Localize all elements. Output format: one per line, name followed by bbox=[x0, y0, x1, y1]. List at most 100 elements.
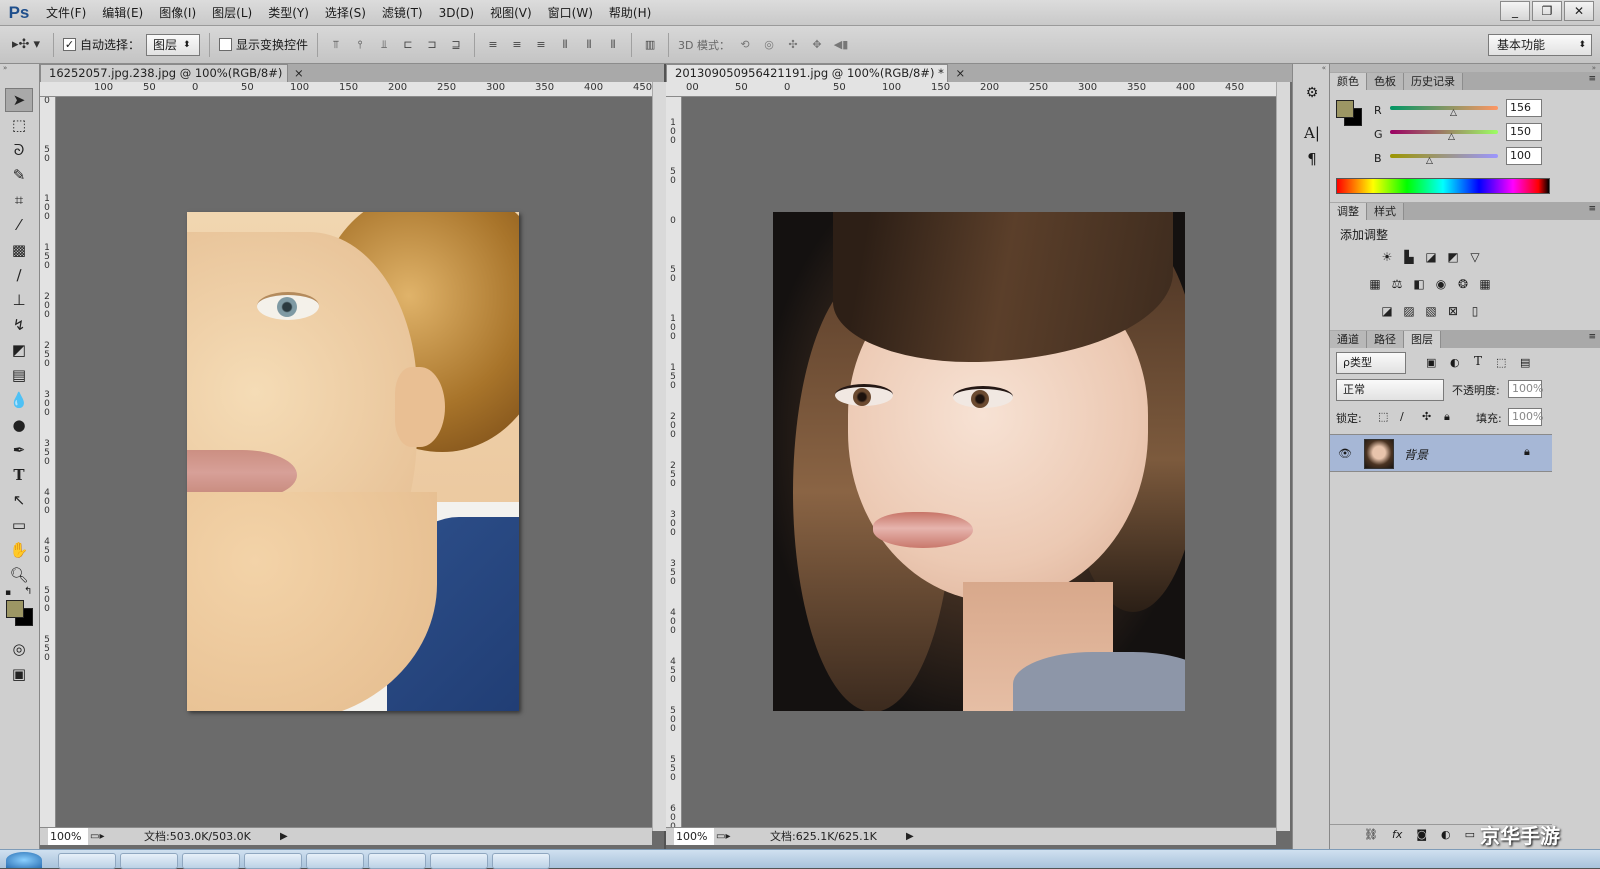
b-slider-handle-icon[interactable]: △ bbox=[1426, 156, 1433, 166]
align-vcenter-icon[interactable]: ⫯ bbox=[351, 38, 369, 52]
align-hcenter-icon[interactable]: ⊐ bbox=[423, 38, 441, 52]
zoom-tool-icon[interactable]: 🔍︎ bbox=[5, 563, 33, 587]
status-menu-arrow-icon[interactable]: ▶ bbox=[280, 828, 288, 845]
distribute-bottom-icon[interactable]: ≡ bbox=[532, 38, 550, 52]
menu-image[interactable]: 图像(I) bbox=[151, 0, 204, 26]
visibility-eye-icon[interactable]: 👁︎ bbox=[1338, 447, 1352, 460]
dodge-tool-icon[interactable]: ● bbox=[5, 413, 33, 437]
color-lookup-icon[interactable]: ▦ bbox=[1476, 275, 1494, 293]
opacity-input[interactable]: 100% bbox=[1508, 380, 1543, 398]
menu-filter[interactable]: 滤镜(T) bbox=[374, 0, 431, 26]
minimize-button[interactable]: _ bbox=[1500, 1, 1530, 21]
foreground-color-swatch[interactable] bbox=[6, 600, 24, 618]
filter-type-icon[interactable]: T bbox=[1474, 354, 1482, 368]
lock-transparent-icon[interactable]: ⬚ bbox=[1378, 410, 1388, 423]
move-tool-icon[interactable]: ➤ bbox=[5, 88, 33, 112]
panel-menu-icon[interactable]: ≡ bbox=[1588, 332, 1596, 342]
distribute-hcenter-icon[interactable]: ⦀ bbox=[580, 38, 598, 52]
align-left-icon[interactable]: ⊏ bbox=[399, 38, 417, 52]
gradient-map-icon[interactable]: ▯ bbox=[1466, 302, 1484, 320]
distribute-vcenter-icon[interactable]: ≡ bbox=[508, 38, 526, 52]
layer-row-background[interactable]: 👁︎ 背景 🔒︎ bbox=[1330, 434, 1552, 472]
quick-select-tool-icon[interactable]: ✎ bbox=[5, 163, 33, 187]
new-group-icon[interactable]: ▭ bbox=[1465, 828, 1475, 841]
link-layers-icon[interactable]: ⛓ bbox=[1364, 828, 1378, 841]
taskbar-item[interactable] bbox=[368, 853, 426, 869]
taskbar-item[interactable] bbox=[306, 853, 364, 869]
b-value-input[interactable]: 100 bbox=[1506, 147, 1542, 165]
taskbar-item[interactable] bbox=[58, 853, 116, 869]
close-button[interactable]: ✕ bbox=[1564, 1, 1594, 21]
menu-select[interactable]: 选择(S) bbox=[317, 0, 374, 26]
b-slider[interactable] bbox=[1390, 154, 1498, 158]
vibrance-icon[interactable]: ▽ bbox=[1466, 248, 1484, 266]
tab-layers[interactable]: 图层 bbox=[1404, 331, 1441, 348]
auto-align-icon[interactable]: ▥ bbox=[641, 38, 659, 52]
healing-brush-tool-icon[interactable]: ▩ bbox=[5, 238, 33, 262]
auto-select-checkbox[interactable]: ✓ bbox=[63, 38, 76, 51]
lasso-tool-icon[interactable]: ᘐ bbox=[5, 138, 33, 162]
selective-color-icon[interactable]: ⊠ bbox=[1444, 302, 1462, 320]
vertical-scrollbar[interactable] bbox=[652, 82, 666, 831]
collapse-icon[interactable]: » bbox=[0, 64, 39, 72]
align-top-icon[interactable]: ⫪ bbox=[327, 38, 345, 52]
3d-slide-icon[interactable]: ✥ bbox=[808, 38, 826, 52]
start-button[interactable] bbox=[6, 852, 42, 868]
vertical-ruler[interactable]: 1 0 0 5 0 0 5 0 1 0 0 1 5 0 2 0 0 2 5 0 3 0 0 3 5… bbox=[666, 97, 682, 831]
brightness-icon[interactable]: ☀ bbox=[1378, 248, 1396, 266]
default-colors-icon[interactable]: ▪ bbox=[5, 588, 11, 598]
threshold-icon[interactable]: ▧ bbox=[1422, 302, 1440, 320]
tab-history[interactable]: 历史记录 bbox=[1404, 73, 1463, 90]
posterize-icon[interactable]: ▨ bbox=[1400, 302, 1418, 320]
lock-position-icon[interactable]: ✣ bbox=[1422, 410, 1431, 423]
horizontal-ruler[interactable]: 100 50 0 50 100 150 200 250 300 350 400 450 bbox=[40, 82, 652, 97]
eraser-tool-icon[interactable]: ◩ bbox=[5, 338, 33, 362]
panel-menu-icon[interactable]: ≡ bbox=[1588, 74, 1596, 84]
r-value-input[interactable]: 156 bbox=[1506, 99, 1542, 117]
filter-pixel-icon[interactable]: ▣ bbox=[1426, 356, 1436, 369]
photo-filter-icon[interactable]: ◉ bbox=[1432, 275, 1450, 293]
type-tool-icon[interactable]: T bbox=[5, 463, 33, 487]
taskbar-item[interactable] bbox=[244, 853, 302, 869]
status-info-icon[interactable]: ▭▸ bbox=[716, 828, 730, 845]
tab-styles[interactable]: 样式 bbox=[1367, 203, 1404, 220]
quick-mask-icon[interactable]: ◎ bbox=[5, 637, 33, 661]
3d-pan-icon[interactable]: ✣ bbox=[784, 38, 802, 52]
history-brush-tool-icon[interactable]: ↯ bbox=[5, 313, 33, 337]
menu-window[interactable]: 窗口(W) bbox=[540, 0, 601, 26]
add-mask-icon[interactable]: ◙ bbox=[1416, 828, 1427, 841]
tab-color[interactable]: 颜色 bbox=[1330, 73, 1367, 90]
menu-edit[interactable]: 编辑(E) bbox=[94, 0, 151, 26]
document-tab-1[interactable]: 16252057.jpg.238.jpg @ 100%(RGB/8#) × bbox=[40, 64, 304, 82]
menu-file[interactable]: 文件(F) bbox=[38, 0, 94, 26]
vertical-ruler[interactable]: 0 5 0 1 0 0 1 5 0 2 0 0 2 5 0 3 0 0 3 5 0 4 0 0 4… bbox=[40, 97, 56, 831]
tab-paths[interactable]: 路径 bbox=[1367, 331, 1404, 348]
distribute-top-icon[interactable]: ≡ bbox=[484, 38, 502, 52]
status-menu-arrow-icon[interactable]: ▶ bbox=[906, 828, 914, 845]
invert-icon[interactable]: ◪ bbox=[1378, 302, 1396, 320]
lock-all-icon[interactable]: 🔒︎ bbox=[1444, 410, 1450, 424]
hue-saturation-icon[interactable]: ▦ bbox=[1366, 275, 1384, 293]
marquee-tool-icon[interactable]: ⬚ bbox=[5, 113, 33, 137]
show-transform-checkbox[interactable] bbox=[219, 38, 233, 51]
tab-channels[interactable]: 通道 bbox=[1330, 331, 1367, 348]
properties-panel-icon[interactable]: ⚙ bbox=[1301, 82, 1323, 104]
tab-swatches[interactable]: 色板 bbox=[1367, 73, 1404, 90]
hand-tool-icon[interactable]: ✋ bbox=[5, 538, 33, 562]
gradient-tool-icon[interactable]: ▤ bbox=[5, 363, 33, 387]
tab-adjustments[interactable]: 调整 bbox=[1330, 203, 1367, 220]
auto-select-toggle[interactable]: ✓ 自动选择： bbox=[63, 36, 140, 53]
move-tool-icon[interactable]: ▸✣ ▾ bbox=[8, 36, 44, 54]
r-slider[interactable] bbox=[1390, 106, 1498, 110]
show-transform-toggle[interactable]: 显示变换控件 bbox=[219, 36, 308, 53]
3d-scale-icon[interactable]: ◀▮ bbox=[832, 38, 850, 52]
exposure-icon[interactable]: ◩ bbox=[1444, 248, 1462, 266]
restore-button[interactable]: ❐ bbox=[1532, 1, 1562, 21]
align-bottom-icon[interactable]: ⫫ bbox=[375, 38, 393, 52]
filter-shape-icon[interactable]: ⬚ bbox=[1496, 356, 1506, 369]
zoom-level[interactable]: 100% bbox=[674, 828, 714, 845]
pen-tool-icon[interactable]: ✒ bbox=[5, 438, 33, 462]
color-balance-icon[interactable]: ⚖ bbox=[1388, 275, 1406, 293]
3d-roll-icon[interactable]: ◎ bbox=[760, 38, 778, 52]
taskbar-item[interactable] bbox=[430, 853, 488, 869]
